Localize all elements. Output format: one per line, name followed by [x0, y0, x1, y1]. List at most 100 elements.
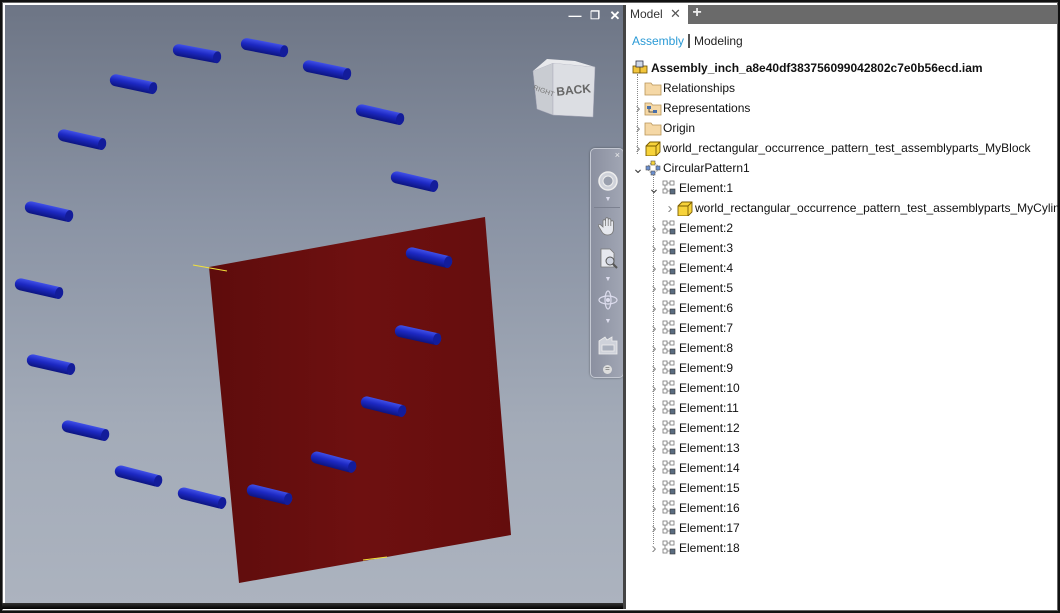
tree-item-pattern-element[interactable]: › Element:10 — [648, 378, 740, 398]
tree-item-pattern-element[interactable]: › Element:9 — [648, 358, 734, 378]
tab-model[interactable]: Model ✕ — [626, 5, 688, 24]
tree-item-pattern-element[interactable]: › Element:11 — [648, 398, 739, 418]
tree-item-label: world_rectangular_occurrence_pattern_tes… — [695, 201, 1060, 215]
application-window: — ❐ ✕ BACK RIGHT × ▼ ▼ ▼ = Model ✕ + Ass… — [0, 0, 1060, 613]
tree-item-label: Element:6 — [679, 301, 734, 315]
add-tab-button[interactable]: + — [690, 4, 704, 22]
pattern-cylinder[interactable] — [109, 73, 158, 95]
orbit-dropdown[interactable]: ▼ — [603, 318, 613, 325]
tree-item-label: Element:11 — [679, 401, 739, 415]
steering-wheel-dropdown[interactable]: ▼ — [603, 196, 613, 203]
pattern-element-icon — [660, 300, 678, 316]
tree-item-pattern-element[interactable]: › Element:12 — [648, 418, 740, 438]
tree-root[interactable]: Assembly_inch_a8e40df383756099042802c7e0… — [620, 58, 983, 78]
pattern-element-icon — [660, 240, 678, 256]
tab-model-label: Model — [630, 7, 663, 21]
tree-item-pattern-element[interactable]: › Element:5 — [648, 278, 734, 298]
tree-item-pattern-element[interactable]: › Element:7 — [648, 318, 734, 338]
expand-chevron-icon[interactable]: › — [648, 240, 660, 257]
tree-item-pattern-element[interactable]: › Element:6 — [648, 298, 734, 318]
collapse-chevron-icon[interactable]: ⌄ — [632, 161, 644, 175]
part-icon — [644, 140, 662, 157]
expand-chevron-icon[interactable]: › — [648, 400, 660, 417]
close-button[interactable]: ✕ — [607, 9, 623, 23]
block-plate[interactable] — [209, 217, 511, 583]
expand-chevron-icon[interactable]: › — [632, 140, 644, 157]
pattern-cylinder[interactable] — [57, 128, 108, 151]
expand-chevron-icon[interactable]: › — [648, 360, 660, 377]
tree-item-pattern-element[interactable]: › Element:2 — [648, 218, 734, 238]
tree-item[interactable]: Relationships — [632, 78, 735, 98]
pattern-cylinder[interactable] — [26, 353, 77, 376]
tree-item-pattern-element[interactable]: › Element:4 — [648, 258, 734, 278]
tree-item-label: Element:17 — [679, 521, 740, 535]
zoom-dropdown[interactable]: ▼ — [603, 276, 613, 283]
expand-chevron-icon[interactable]: › — [648, 260, 660, 277]
expand-chevron-icon[interactable]: › — [648, 540, 660, 557]
viewcube[interactable]: BACK RIGHT — [525, 57, 605, 127]
expand-chevron-icon[interactable]: › — [648, 340, 660, 357]
tree-item-label: world_rectangular_occurrence_pattern_tes… — [663, 141, 1031, 155]
expand-chevron-icon[interactable]: › — [648, 480, 660, 497]
expand-chevron-icon[interactable]: › — [648, 380, 660, 397]
pattern-cylinder[interactable] — [390, 170, 440, 193]
expand-chevron-icon[interactable]: › — [648, 460, 660, 477]
restore-button[interactable]: ❐ — [587, 9, 603, 23]
tree-item-occurrence[interactable]: › world_rectangular_occurrence_pattern_te… — [664, 198, 1060, 218]
tree-item-label: Element:3 — [679, 241, 734, 255]
tree-item-pattern-element[interactable]: › Element:18 — [648, 538, 740, 558]
tree-item-pattern-element[interactable]: › Element:3 — [648, 238, 734, 258]
pattern-cylinder[interactable] — [61, 419, 111, 442]
pattern-cylinder[interactable] — [24, 200, 75, 223]
minimize-button[interactable]: — — [567, 9, 583, 23]
pattern-element-icon — [660, 380, 678, 396]
navbar-customize-icon[interactable]: = — [603, 365, 612, 374]
pattern-element-icon — [660, 460, 678, 476]
tree-item-label: Element:7 — [679, 321, 734, 335]
tree-item-pattern-element[interactable]: › Element:17 — [648, 518, 740, 538]
tree-item[interactable]: › Representations — [632, 98, 751, 118]
pattern-cylinder[interactable] — [302, 59, 352, 81]
view-face-button[interactable] — [595, 331, 621, 357]
tree-item-pattern-element[interactable]: › Element:16 — [648, 498, 740, 518]
tree-item-pattern-element[interactable]: ⌄ Element:1 — [648, 178, 733, 198]
pattern-element-icon — [660, 340, 678, 356]
tab-close-icon[interactable]: ✕ — [670, 6, 681, 22]
expand-chevron-icon[interactable]: › — [648, 420, 660, 437]
expand-chevron-icon[interactable]: › — [648, 320, 660, 337]
pattern-cylinder[interactable] — [114, 464, 164, 488]
tree-item[interactable]: › Origin — [632, 118, 696, 138]
tree-item-pattern-element[interactable]: › Element:13 — [648, 438, 740, 458]
expand-chevron-icon[interactable]: › — [648, 440, 660, 457]
collapse-chevron-icon[interactable]: ⌄ — [648, 181, 660, 195]
steering-wheel-button[interactable] — [595, 168, 621, 194]
expand-chevron-icon[interactable]: › — [648, 220, 660, 237]
expand-chevron-icon[interactable]: › — [632, 100, 644, 117]
pattern-cylinder[interactable] — [240, 37, 289, 58]
orbit-button[interactable] — [595, 287, 621, 313]
expand-chevron-icon[interactable]: › — [648, 280, 660, 297]
navbar-close-icon[interactable]: × — [615, 150, 620, 160]
pattern-cylinder[interactable] — [177, 486, 228, 510]
expand-chevron-icon[interactable]: › — [664, 200, 676, 217]
pattern-cylinder[interactable] — [14, 277, 65, 300]
pattern-element-icon — [660, 400, 678, 416]
expand-chevron-icon[interactable]: › — [648, 300, 660, 317]
mode-assembly-link[interactable]: Assembly — [632, 34, 684, 48]
pattern-cylinder[interactable] — [172, 43, 222, 64]
graphics-viewport[interactable]: — ❐ ✕ BACK RIGHT × ▼ ▼ ▼ = — [5, 5, 623, 606]
tree-item-pattern-element[interactable]: › Element:15 — [648, 478, 740, 498]
zoom-button[interactable] — [595, 245, 621, 271]
expand-chevron-icon[interactable]: › — [648, 520, 660, 537]
pattern-element-icon — [660, 480, 678, 496]
tree-item-pattern-element[interactable]: › Element:8 — [648, 338, 734, 358]
tree-item[interactable]: ⌄ CircularPattern1 — [632, 158, 750, 178]
expand-chevron-icon[interactable]: › — [648, 500, 660, 517]
pattern-element-icon — [660, 260, 678, 276]
mode-modeling-link[interactable]: Modeling — [694, 34, 743, 48]
expand-chevron-icon[interactable]: › — [632, 120, 644, 137]
tree-item[interactable]: › world_rectangular_occurrence_pattern_te… — [632, 138, 1031, 158]
pattern-cylinder[interactable] — [355, 103, 406, 126]
pan-button[interactable] — [595, 213, 621, 239]
tree-item-pattern-element[interactable]: › Element:14 — [648, 458, 740, 478]
